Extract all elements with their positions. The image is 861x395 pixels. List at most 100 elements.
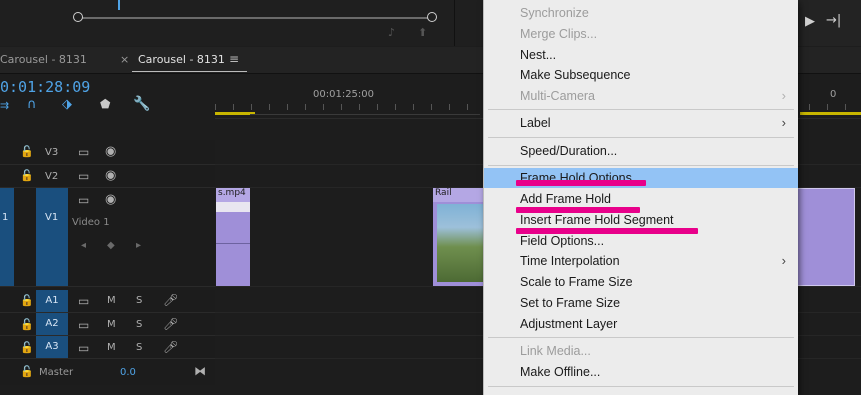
- track-name[interactable]: Video 1: [72, 217, 110, 228]
- video-clip[interactable]: [797, 188, 855, 286]
- clip-opacity-line: [216, 243, 250, 244]
- menu-item-scale-to-frame-size[interactable]: Scale to Frame Size: [484, 272, 798, 292]
- clip-name: s.mp4: [216, 188, 250, 202]
- menu-item-label: Scale to Frame Size: [520, 275, 633, 289]
- menu-item-adjustment-layer[interactable]: Adjustment Layer: [484, 314, 798, 334]
- step-forward-icon[interactable]: →|: [826, 13, 841, 28]
- menu-item-set-to-frame-size[interactable]: Set to Frame Size: [484, 293, 798, 313]
- lock-icon[interactable]: 🔓: [20, 169, 34, 182]
- video-clip[interactable]: s.mp4: [216, 188, 250, 286]
- tab-menu-icon[interactable]: ≡: [229, 52, 239, 66]
- menu-item-add-frame-hold[interactable]: Add Frame Hold: [484, 189, 798, 209]
- tab-close-icon[interactable]: ×: [120, 53, 129, 66]
- work-area-bar[interactable]: [215, 112, 255, 115]
- sync-lock-icon[interactable]: ▭: [78, 294, 89, 308]
- menu-item-insert-frame-hold-segment[interactable]: Insert Frame Hold Segment: [484, 210, 798, 230]
- menu-item-label: Multi-Camera: [520, 89, 596, 103]
- track-target-a1[interactable]: A1: [36, 290, 68, 312]
- annotation-highlight-stroke: [516, 228, 698, 234]
- menu-item-nest[interactable]: Nest...: [484, 45, 798, 65]
- menu-item-label: Insert Frame Hold Segment: [520, 213, 674, 227]
- film-icon[interactable]: ▭: [78, 193, 89, 207]
- film-icon[interactable]: ▭: [78, 169, 89, 183]
- menu-item-link-media[interactable]: Link Media...: [484, 341, 798, 361]
- timeline-timecode[interactable]: 0:01:28:09: [0, 78, 90, 96]
- solo-button[interactable]: S: [136, 342, 142, 353]
- solo-button[interactable]: S: [136, 319, 142, 330]
- work-area-bar[interactable]: [800, 112, 861, 115]
- chevron-right-icon: ›: [781, 88, 786, 103]
- tab-sequence-active[interactable]: Carousel - 8131: [138, 53, 225, 66]
- track-label: V1: [45, 212, 59, 223]
- mic-icon[interactable]: 🎤︎: [163, 293, 178, 307]
- menu-item-merge-clips[interactable]: Merge Clips...: [484, 24, 798, 44]
- menu-item-label: Time Interpolation: [520, 254, 620, 268]
- clip-name: Rail: [433, 188, 483, 202]
- prev-keyframe-icon[interactable]: ◂: [81, 240, 86, 251]
- linked-selection-icon[interactable]: ⬗: [62, 97, 72, 112]
- mute-button[interactable]: M: [107, 319, 116, 330]
- menu-item-make-subsequence[interactable]: Make Subsequence: [484, 65, 798, 85]
- menu-item-label: Merge Clips...: [520, 27, 598, 41]
- export-frame-icon[interactable]: ♪: [388, 26, 395, 39]
- snap-magnet-icon[interactable]: ∩: [27, 97, 37, 112]
- menu-item-make-offline[interactable]: Make Offline...: [484, 362, 798, 382]
- menu-item-label-submenu[interactable]: Label ›: [484, 113, 798, 133]
- lock-icon[interactable]: 🔓: [20, 341, 34, 354]
- film-icon[interactable]: ▭: [78, 145, 89, 159]
- go-to-edge-icon[interactable]: ⧓: [194, 364, 206, 378]
- lock-icon[interactable]: 🔓: [20, 365, 34, 378]
- monitor-scrub-track[interactable]: [78, 17, 432, 19]
- menu-item-label: Adjustment Layer: [520, 317, 618, 331]
- menu-item-speed-duration[interactable]: Speed/Duration...: [484, 141, 798, 161]
- track-label[interactable]: V2: [45, 171, 58, 182]
- mic-icon[interactable]: 🎤︎: [163, 317, 178, 331]
- menu-item-field-options[interactable]: Field Options...: [484, 231, 798, 251]
- track-target-a3[interactable]: A3: [36, 336, 68, 358]
- annotation-highlight-stroke: [516, 207, 640, 213]
- track-target-a2[interactable]: A2: [36, 313, 68, 335]
- mute-button[interactable]: M: [107, 295, 116, 306]
- eye-icon[interactable]: ◉: [105, 144, 116, 159]
- ruler-label: 0: [830, 89, 837, 100]
- lock-icon[interactable]: 🔓: [20, 294, 34, 307]
- scrub-knob-in-icon[interactable]: [73, 12, 83, 22]
- next-keyframe-icon[interactable]: ▸: [136, 240, 141, 251]
- clip-context-menu: Synchronize Merge Clips... Nest... Make …: [483, 0, 798, 395]
- track-label[interactable]: V3: [45, 147, 58, 158]
- menu-separator: [488, 165, 794, 166]
- video-clip-selected[interactable]: Rail: [433, 188, 483, 286]
- menu-separator: [488, 386, 794, 387]
- insert-nest-icon[interactable]: ⇉: [0, 99, 9, 112]
- play-icon[interactable]: ▶: [805, 14, 815, 29]
- menu-item-label: Nest...: [520, 48, 557, 62]
- wrench-icon[interactable]: 🔧: [133, 96, 150, 112]
- solo-button[interactable]: S: [136, 295, 142, 306]
- scrub-knob-out-icon[interactable]: [427, 12, 437, 22]
- menu-separator: [488, 109, 794, 110]
- eye-icon[interactable]: ◉: [105, 168, 116, 183]
- master-volume[interactable]: 0.0: [120, 367, 136, 378]
- sync-lock-icon[interactable]: ▭: [78, 318, 89, 332]
- share-icon[interactable]: ⬆: [418, 26, 427, 39]
- mic-icon[interactable]: 🎤︎: [163, 340, 178, 354]
- track-target-v1[interactable]: [36, 188, 68, 286]
- menu-item-label: Make Offline...: [520, 365, 601, 379]
- menu-item-label: Set to Frame Size: [520, 296, 621, 310]
- lock-icon[interactable]: 🔓: [20, 145, 34, 158]
- tab-sequence-closed[interactable]: Carousel - 8131: [0, 53, 87, 66]
- mute-button[interactable]: M: [107, 342, 116, 353]
- menu-item-time-interpolation[interactable]: Time Interpolation ›: [484, 251, 798, 271]
- add-marker-icon[interactable]: ⬟: [100, 97, 110, 111]
- annotation-highlight-stroke: [516, 180, 646, 186]
- menu-item-label: Add Frame Hold: [520, 192, 612, 206]
- menu-item-synchronize[interactable]: Synchronize: [484, 3, 798, 23]
- menu-item-multi-camera[interactable]: Multi-Camera ›: [484, 86, 798, 106]
- eye-icon[interactable]: ◉: [105, 192, 116, 207]
- master-label: Master: [39, 367, 74, 378]
- add-keyframe-icon[interactable]: ◆: [107, 240, 115, 251]
- lock-icon[interactable]: 🔓: [20, 318, 34, 331]
- source-patch-v1[interactable]: [0, 188, 14, 286]
- sync-lock-icon[interactable]: ▭: [78, 341, 89, 355]
- playhead-indicator: [118, 0, 120, 10]
